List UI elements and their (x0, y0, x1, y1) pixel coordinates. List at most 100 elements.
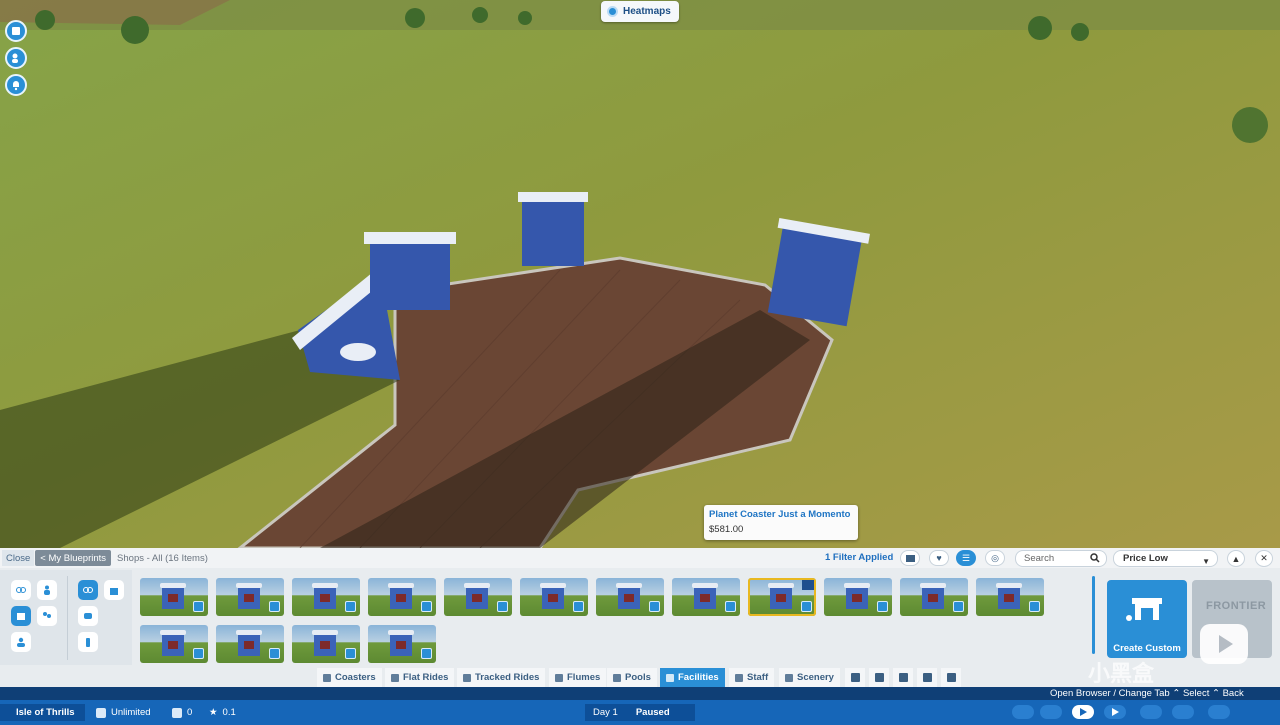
tab-flumes[interactable]: Flumes (549, 668, 607, 687)
play-speed-icon[interactable] (1072, 705, 1094, 719)
guests-status[interactable]: 0 (172, 704, 192, 721)
workshop-icon[interactable]: ◎ (985, 550, 1005, 566)
tab-coasters[interactable]: Coasters (317, 668, 382, 687)
stall-preview (540, 583, 566, 609)
guest-icon[interactable] (37, 580, 57, 600)
link-icon[interactable] (11, 580, 31, 600)
tab-pools[interactable]: Pools (607, 668, 657, 687)
money-icon (96, 707, 106, 718)
blueprint-item[interactable] (292, 578, 360, 616)
create-custom-button[interactable]: Create Custom (1107, 580, 1187, 658)
shop-badge-icon (269, 601, 280, 612)
blueprint-item[interactable] (748, 578, 816, 616)
blueprint-item[interactable] (216, 578, 284, 616)
stall-preview (692, 583, 718, 609)
tab-staff[interactable]: Staff (729, 668, 775, 687)
rating-status[interactable]: ★ 0.1 (209, 704, 236, 721)
scrollbar[interactable] (1092, 576, 1095, 654)
blueprint-item[interactable] (140, 625, 208, 663)
tooltip-title: Planet Coaster Just a Momento (709, 509, 851, 520)
shop-badge-icon (953, 601, 964, 612)
tab-label: Pools (625, 672, 651, 683)
money-status[interactable]: Unlimited (96, 704, 151, 721)
list-view-icon[interactable]: ☰ (956, 550, 976, 566)
blueprint-item[interactable] (824, 578, 892, 616)
shop-badge-icon (725, 601, 736, 612)
heatmaps-button[interactable]: Heatmaps (601, 1, 679, 22)
blueprint-item[interactable] (520, 578, 588, 616)
weather-icon[interactable] (1208, 705, 1230, 719)
shop-filter-icon[interactable] (11, 606, 31, 626)
create-custom-label: Create Custom (1113, 643, 1181, 654)
shop-icon (1126, 598, 1162, 621)
selected-flag-icon (802, 580, 814, 590)
gift-icon[interactable] (104, 580, 124, 600)
search-input[interactable]: Search (1015, 550, 1107, 567)
blueprint-item[interactable] (140, 578, 208, 616)
undo-icon[interactable] (1012, 705, 1034, 719)
blueprint-item[interactable] (444, 578, 512, 616)
shop-tab-icon[interactable] (845, 668, 865, 687)
blueprint-item[interactable] (596, 578, 664, 616)
stall-preview (388, 583, 414, 609)
my-blueprints-button[interactable]: < My Blueprints (35, 550, 112, 566)
group-icon[interactable] (11, 632, 31, 652)
add-guest-icon[interactable] (5, 47, 27, 69)
tree-tab-icon[interactable] (869, 668, 889, 687)
sort-dropdown[interactable]: Price Low ▼ (1113, 550, 1218, 567)
shop-badge-icon (345, 601, 356, 612)
blueprint-item[interactable] (292, 625, 360, 663)
tab-icon (463, 673, 471, 682)
tab-tracked-rides[interactable]: Tracked Rides (457, 668, 546, 687)
shop-badge-icon (801, 601, 812, 612)
blueprint-item[interactable] (368, 625, 436, 663)
rating-value: 0.1 (222, 707, 236, 718)
chevron-down-icon: ▼ (1202, 557, 1210, 566)
tab-flat-rides[interactable]: Flat Rides (385, 668, 455, 687)
redo-icon[interactable] (1040, 705, 1062, 719)
notification-bell-icon[interactable] (5, 74, 27, 96)
tab-facilities[interactable]: Facilities (660, 668, 725, 687)
drink-icon[interactable] (78, 632, 98, 652)
tab-scenery[interactable]: Scenery (779, 668, 840, 687)
heatmaps-icon (607, 6, 618, 17)
shop-badge-icon (193, 648, 204, 659)
blueprint-item[interactable] (976, 578, 1044, 616)
stall-preview (616, 583, 642, 609)
tab-label: Flat Rides (403, 672, 449, 683)
tab-icon (735, 673, 743, 682)
guests-icon (172, 707, 182, 718)
shop-badge-icon (1029, 601, 1040, 612)
image-filter-icon[interactable] (900, 550, 920, 566)
tab-icon (391, 673, 399, 682)
tab-label: Staff (747, 672, 769, 683)
food-icon[interactable] (78, 606, 98, 626)
stall-preview (236, 583, 262, 609)
camera-icon[interactable] (1140, 705, 1162, 719)
expand-tab-icon[interactable] (941, 668, 961, 687)
favorite-heart-icon[interactable]: ♥ (929, 550, 949, 566)
breadcrumb: Shops - All (16 Items) (117, 552, 208, 564)
close-icon[interactable]: ✕ (1255, 550, 1273, 567)
globe-icon[interactable] (1172, 705, 1194, 719)
filter-status[interactable]: 1 Filter Applied (825, 552, 893, 563)
terrain-tab-icon[interactable] (893, 668, 913, 687)
shop-badge-icon (421, 648, 432, 659)
stall-preview (312, 583, 338, 609)
linked-view-icon[interactable] (78, 580, 98, 600)
search-placeholder: Search (1024, 553, 1055, 564)
park-name[interactable]: Isle of Thrills (0, 704, 85, 721)
people-icon[interactable] (37, 606, 57, 626)
building-tab-icon[interactable] (917, 668, 937, 687)
collapse-up-icon[interactable]: ▲ (1227, 550, 1245, 567)
menu-icon[interactable] (5, 20, 27, 42)
fast-forward-icon[interactable] (1104, 705, 1126, 719)
blueprint-item[interactable] (672, 578, 740, 616)
stall-preview (844, 583, 870, 609)
blueprint-item[interactable] (216, 625, 284, 663)
blueprint-item[interactable] (368, 578, 436, 616)
money-value: Unlimited (111, 707, 151, 718)
close-button[interactable]: Close (2, 550, 35, 566)
blueprint-item[interactable] (900, 578, 968, 616)
game-viewport[interactable]: Heatmaps Planet Coaster Just a Momento $… (0, 0, 1280, 548)
